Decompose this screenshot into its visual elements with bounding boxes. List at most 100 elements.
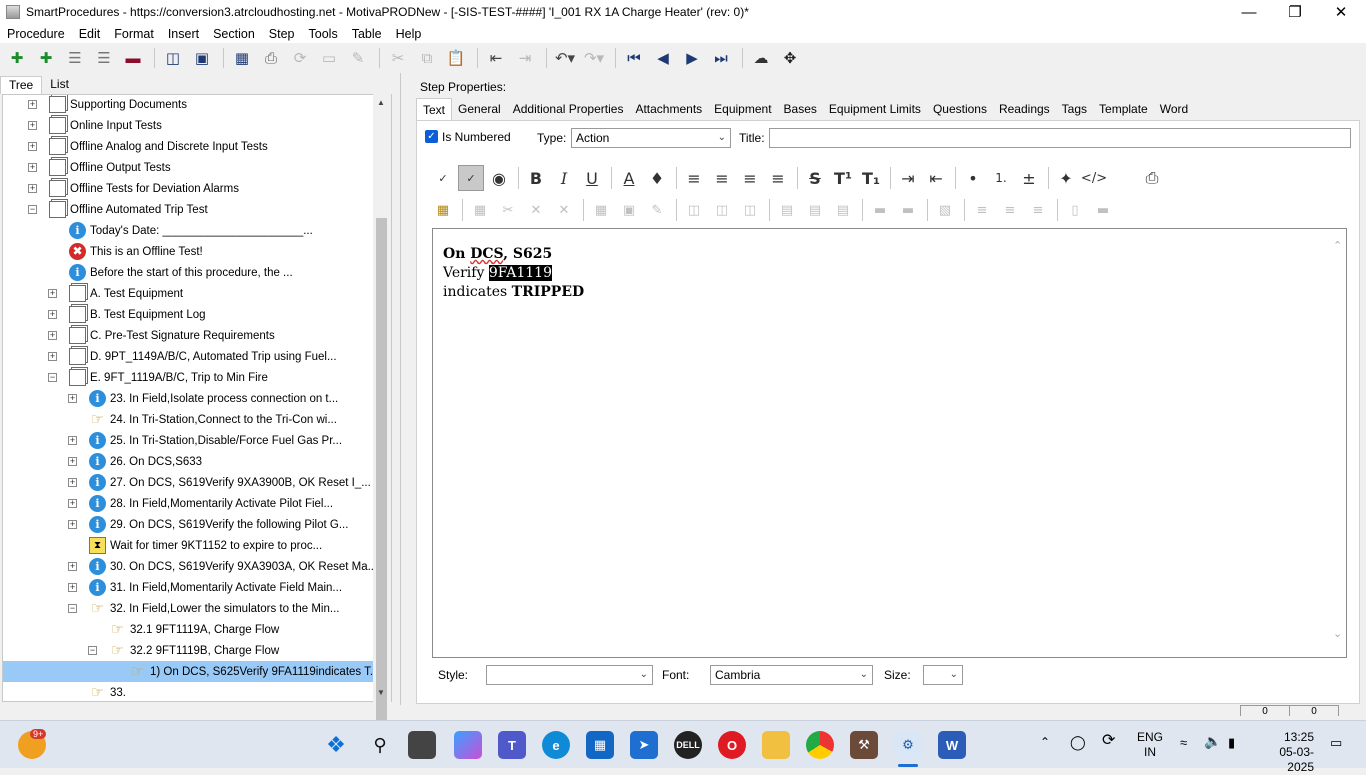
table-align-left-icon[interactable]: ≡ [969,197,995,223]
save-icon[interactable]: ▣ [189,46,215,70]
tree-item[interactable]: Online Input Tests [49,115,375,136]
menu-step[interactable]: Step [262,27,302,41]
align-center-icon[interactable]: ≡ [709,165,735,191]
collapse-icon[interactable]: − [88,646,97,655]
add-child-icon[interactable]: ✚ [33,46,59,70]
paste-icon[interactable]: 📋 [443,46,469,70]
underline-icon[interactable]: U [579,165,605,191]
tab-equipment-limits[interactable]: Equipment Limits [823,98,927,120]
indent-decrease-icon[interactable]: ⇤ [923,165,949,191]
numbered-list-icon[interactable]: 1. [988,165,1014,191]
table-remove-row-icon[interactable]: ✕ [551,197,577,223]
delete-col-icon[interactable]: ◫ [737,197,763,223]
tree-item[interactable]: i 30. On DCS, S619Verify 9XA3903A, OK Res… [89,556,377,577]
minimize-icon[interactable]: — [1226,0,1272,24]
tab-general[interactable]: General [452,98,507,120]
security-icon[interactable]: ◯ [1070,735,1086,750]
collapse-icon[interactable]: − [28,205,37,214]
tree-item[interactable]: i Before the start of this procedure, the… [69,262,375,283]
expand-icon[interactable]: + [48,352,57,361]
table-delete-icon[interactable]: ▦ [467,197,493,223]
cell-props-icon[interactable]: ▦ [588,197,614,223]
size-select[interactable]: ⌄ [923,665,963,685]
close-icon[interactable]: ✕ [1318,0,1364,24]
fill-color-icon[interactable]: ♦ [644,165,670,191]
open-icon[interactable]: ◫ [160,46,186,70]
tree-item[interactable]: C. Pre-Test Signature Requirements [69,325,375,346]
print-preview-icon[interactable]: ⎙ [1139,165,1165,191]
outdent-icon[interactable]: ⇥ [512,46,538,70]
spellcheck-icon[interactable]: ✓ [430,165,456,191]
teams-icon[interactable]: T [498,731,526,759]
expand-icon[interactable]: + [28,184,37,193]
tree-item[interactable]: i 25. In Tri-Station,Disable/Force Fuel G… [89,430,375,451]
tree-item[interactable]: Offline Automated Trip Test [49,199,375,220]
tree-item[interactable]: Offline Analog and Discrete Input Tests [49,136,375,157]
edit-icon[interactable]: ✎ [345,46,371,70]
source-code-icon[interactable]: </> [1081,165,1107,191]
tree-item[interactable]: i 31. In Field,Momentarily Activate Field… [89,577,375,598]
tree-item-selected[interactable]: ☞ 1) On DCS, S625Verify 9FA1119indicates … [3,661,379,682]
row-height-icon[interactable]: ▬ [867,197,893,223]
collapse-icon[interactable]: − [68,604,77,613]
tree-item[interactable]: Offline Output Tests [49,157,375,178]
word-icon[interactable]: W [938,731,966,759]
step-text-editor[interactable]: On DCS, S625 Verify 9FA1119 indicates TR… [432,228,1347,658]
tree-item[interactable]: B. Test Equipment Log [69,304,375,325]
table-cell-icon[interactable]: ▯ [1062,197,1088,223]
task-view-icon[interactable] [408,731,436,759]
tab-readings[interactable]: Readings [993,98,1056,120]
expand-icon[interactable]: + [68,562,77,571]
search-icon[interactable]: ⚲ [366,731,394,759]
expand-icon[interactable]: + [68,499,77,508]
bold-icon[interactable]: B [523,165,549,191]
add-icon[interactable]: ✚ [4,46,30,70]
tab-equipment[interactable]: Equipment [708,98,777,120]
expand-icon[interactable]: + [28,121,37,130]
menu-tools[interactable]: Tools [302,27,345,41]
panel-splitter[interactable] [400,73,406,705]
split-cells-icon[interactable]: ✎ [644,197,670,223]
table-remove-col-icon[interactable]: ✕ [523,197,549,223]
expand-icon[interactable]: + [68,457,77,466]
menu-insert[interactable]: Insert [161,27,206,41]
copy-icon[interactable]: ⧉ [414,46,440,70]
scroll-thumb[interactable] [376,218,387,736]
smartprocedures-icon[interactable]: ⚙ [894,731,922,759]
tree-scrollbar[interactable]: ▲ ▼ [373,94,391,736]
justify-icon[interactable]: ≡ [765,165,791,191]
menu-edit[interactable]: Edit [72,27,108,41]
opera-icon[interactable]: O [718,731,746,759]
font-color-icon[interactable]: A [616,165,642,191]
expand-icon[interactable]: + [68,583,77,592]
magic-wand-icon[interactable]: ✦ [1053,165,1079,191]
last-icon[interactable]: ⏭ [708,46,734,70]
battery-icon[interactable]: ▮ [1228,735,1235,750]
expand-icon[interactable]: + [28,100,37,109]
editor-scroll-down-icon[interactable]: ⌄ [1333,627,1342,640]
tree-item[interactable]: E. 9FT_1119A/B/C, Trip to Min Fire [69,367,375,388]
cut-icon[interactable]: ✂ [385,46,411,70]
expand-icon[interactable]: + [68,436,77,445]
save-server-icon[interactable]: ▦ [229,46,255,70]
tree-item[interactable]: i 28. In Field,Momentarily Activate Pilot… [89,493,375,514]
tab-template[interactable]: Template [1093,98,1154,120]
refresh-icon[interactable]: ⟳ [287,46,313,70]
notifications-icon[interactable]: ▭ [1330,735,1342,750]
table-cut-icon[interactable]: ✂ [495,197,521,223]
edge-icon[interactable]: e [542,731,570,759]
expand-icon[interactable]: + [68,478,77,487]
tree-item[interactable]: ☞ 32. In Field,Lower the simulators to th… [89,598,375,619]
col-width-icon[interactable]: ▬ [895,197,921,223]
tab-additional-properties[interactable]: Additional Properties [507,98,630,120]
redo-icon[interactable]: ↷▾ [581,46,607,70]
tree-item[interactable]: ☞ 24. In Tri-Station,Connect to the Tri-C… [89,409,375,430]
menu-section[interactable]: Section [206,27,262,41]
first-icon[interactable]: ⏮ [621,46,647,70]
print-icon[interactable]: ⎙ [258,46,284,70]
menu-procedure[interactable]: Procedure [0,27,72,41]
clock[interactable]: 13:25 05-03-2025 [1258,730,1314,775]
insert-line-icon[interactable]: ± [1016,165,1042,191]
editor-scroll-up-icon[interactable]: ⌃ [1333,239,1342,252]
tree-item[interactable]: ☞ 32.1 9FT1119A, Charge Flow [109,619,375,640]
